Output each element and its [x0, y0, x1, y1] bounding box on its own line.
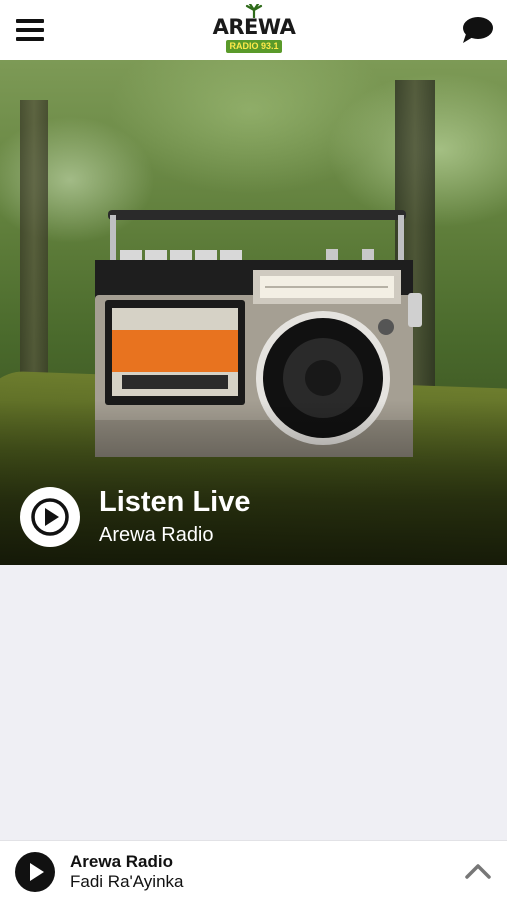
- play-icon: [30, 863, 44, 881]
- menu-line: [16, 28, 44, 32]
- listen-live-play-button[interactable]: [20, 487, 80, 547]
- now-playing-show: Fadi Ra'Ayinka: [70, 872, 184, 891]
- now-playing-station: Arewa Radio: [70, 852, 173, 871]
- hero-banner[interactable]: Listen Live Arewa Radio: [0, 60, 507, 565]
- logo-frequency-badge: RADIO 93.1: [226, 40, 282, 53]
- chevron-up-icon[interactable]: [462, 857, 494, 885]
- logo-wordmark: AREWA: [212, 15, 296, 39]
- menu-line: [16, 19, 44, 23]
- now-playing-bar[interactable]: Arewa Radio Fadi Ra'Ayinka: [0, 840, 507, 900]
- mini-player-play-button[interactable]: [15, 852, 55, 892]
- chat-bubble-icon[interactable]: [458, 14, 496, 46]
- hamburger-menu-icon[interactable]: [12, 14, 48, 46]
- content-area: [0, 565, 507, 840]
- play-icon: [31, 498, 69, 536]
- top-navigation-bar: AREWA RADIO 93.1: [0, 0, 507, 60]
- hero-title: Listen Live: [99, 486, 251, 518]
- station-logo[interactable]: AREWA RADIO 93.1: [208, 4, 300, 58]
- menu-line: [16, 37, 44, 41]
- hero-subtitle: Arewa Radio: [99, 524, 214, 546]
